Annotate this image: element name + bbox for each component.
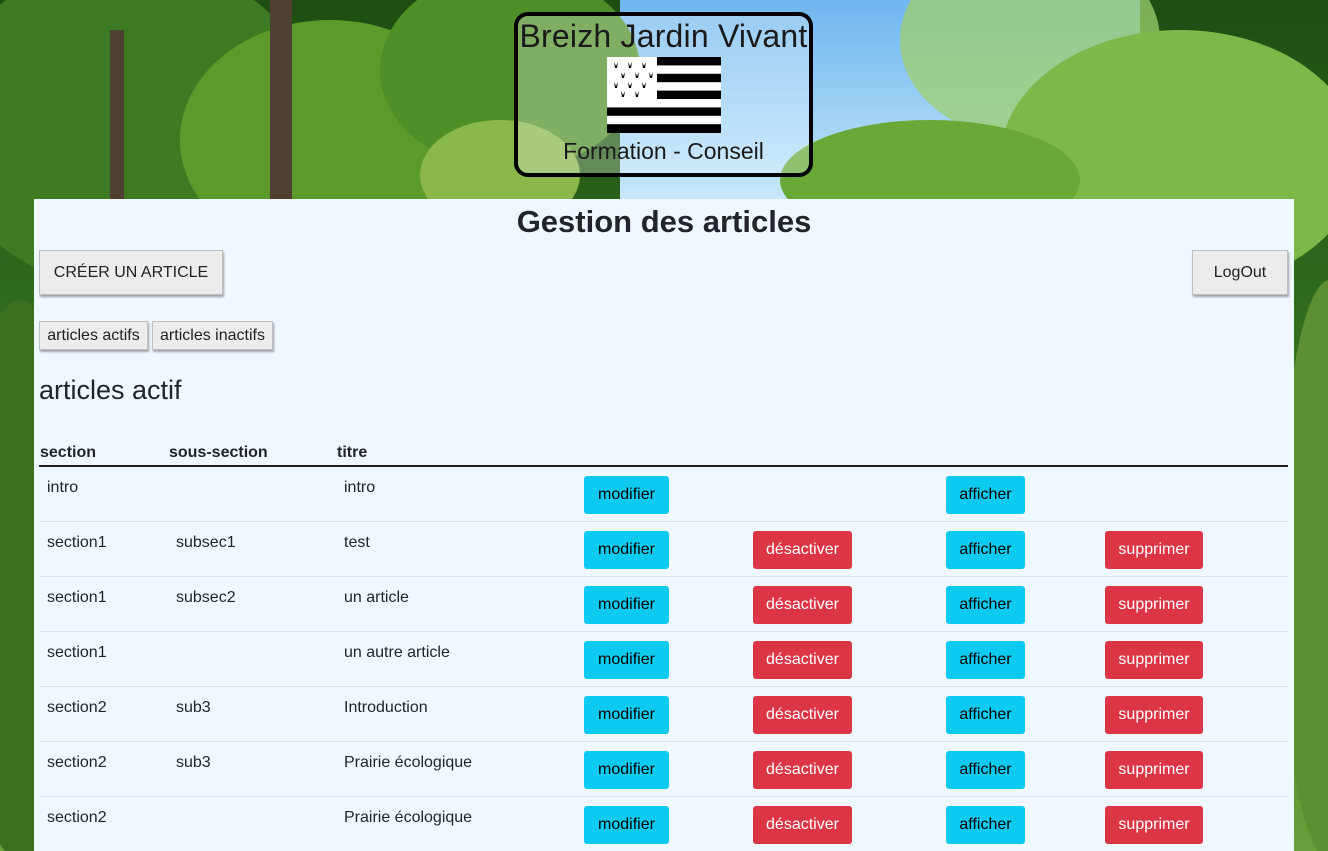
- show-button[interactable]: afficher: [946, 806, 1025, 844]
- edit-button[interactable]: modifier: [584, 751, 669, 789]
- articles-table: section sous-section titre intro intro mod…: [39, 443, 1288, 851]
- cell-section: section2: [47, 699, 107, 716]
- show-button[interactable]: afficher: [946, 751, 1025, 789]
- disable-button[interactable]: désactiver: [753, 531, 852, 569]
- cell-section: section1: [47, 589, 107, 606]
- show-button[interactable]: afficher: [946, 476, 1025, 514]
- show-button[interactable]: afficher: [946, 641, 1025, 679]
- logo-subtitle: Formation - Conseil: [563, 138, 764, 164]
- section-title: articles actif: [39, 375, 182, 405]
- header-section: section: [40, 444, 97, 461]
- table-body: intro intro modifier afficher section1 subsec…: [39, 467, 1288, 851]
- disable-button[interactable]: désactiver: [753, 586, 852, 624]
- tab-inactive-articles[interactable]: articles inactifs: [152, 321, 273, 350]
- logout-button[interactable]: LogOut: [1192, 250, 1288, 295]
- cell-title: un article: [344, 589, 409, 606]
- disable-button[interactable]: désactiver: [753, 641, 852, 679]
- cell-title: test: [344, 534, 370, 551]
- cell-section: section1: [47, 534, 107, 551]
- delete-button[interactable]: supprimer: [1105, 641, 1203, 679]
- show-button[interactable]: afficher: [946, 586, 1025, 624]
- table-row: section2 sub3 Introduction modifier désactiv…: [39, 687, 1288, 742]
- cell-subsection: sub3: [176, 699, 211, 716]
- breton-flag-icon: [606, 57, 721, 133]
- edit-button[interactable]: modifier: [584, 696, 669, 734]
- cell-section: intro: [47, 479, 79, 496]
- page-title: Gestion des articles: [516, 204, 812, 239]
- show-button[interactable]: afficher: [946, 696, 1025, 734]
- site-logo[interactable]: Breizh Jardin Vivant Formation - Conseil: [514, 12, 813, 177]
- disable-button[interactable]: désactiver: [753, 751, 852, 789]
- table-row: intro intro modifier afficher: [39, 467, 1288, 522]
- delete-button[interactable]: supprimer: [1105, 806, 1203, 844]
- delete-button[interactable]: supprimer: [1105, 696, 1203, 734]
- cell-subsection: sub3: [176, 754, 211, 771]
- show-button[interactable]: afficher: [946, 531, 1025, 569]
- edit-button[interactable]: modifier: [584, 476, 669, 514]
- edit-button[interactable]: modifier: [584, 806, 669, 844]
- logo-title: Breizh Jardin Vivant: [519, 18, 808, 54]
- cell-section: section2: [47, 809, 107, 826]
- cell-title: Prairie écologique: [344, 754, 473, 771]
- table-header: section sous-section titre: [39, 443, 1288, 467]
- cell-subsection: subsec2: [176, 589, 236, 606]
- edit-button[interactable]: modifier: [584, 641, 669, 679]
- disable-button[interactable]: désactiver: [753, 696, 852, 734]
- header-subsection: sous-section: [169, 444, 268, 461]
- cell-section: section1: [47, 644, 107, 661]
- create-article-button[interactable]: CRÉER UN ARTICLE: [39, 250, 223, 295]
- tab-active-articles[interactable]: articles actifs: [39, 321, 148, 350]
- cell-subsection: subsec1: [176, 534, 236, 551]
- table-row: section2 sub3 Prairie écologique modifier dé…: [39, 742, 1288, 797]
- delete-button[interactable]: supprimer: [1105, 751, 1203, 789]
- edit-button[interactable]: modifier: [584, 531, 669, 569]
- table-row: section2 Prairie écologique modifier désact…: [39, 797, 1288, 851]
- header-title: titre: [337, 444, 368, 461]
- cell-title: un autre article: [344, 644, 450, 661]
- edit-button[interactable]: modifier: [584, 586, 669, 624]
- delete-button[interactable]: supprimer: [1105, 531, 1203, 569]
- table-row: section1 un autre article modifier désactiv…: [39, 632, 1288, 687]
- disable-button[interactable]: désactiver: [753, 806, 852, 844]
- cell-title: intro: [344, 479, 376, 496]
- cell-title: Prairie écologique: [344, 809, 473, 826]
- main-panel: Gestion des articles CRÉER UN ARTICLE Lo…: [34, 199, 1294, 851]
- table-row: section1 subsec2 un article modifier désacti…: [39, 577, 1288, 632]
- cell-title: Introduction: [344, 699, 428, 716]
- table-row: section1 subsec1 test modifier désactiver aff…: [39, 522, 1288, 577]
- cell-section: section2: [47, 754, 107, 771]
- delete-button[interactable]: supprimer: [1105, 586, 1203, 624]
